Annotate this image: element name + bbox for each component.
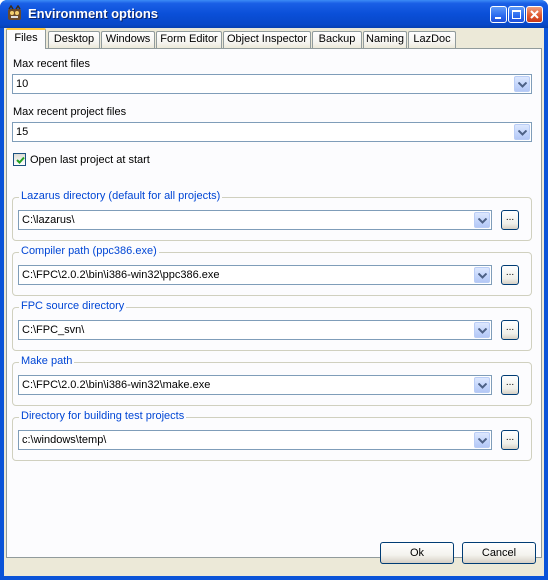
make-path-combo[interactable]: C:\FPC\2.0.2\bin\i386-win32\make.exe: [18, 375, 492, 395]
close-icon: [530, 10, 539, 19]
open-last-project-checkbox[interactable]: [13, 153, 26, 166]
close-button[interactable]: [526, 6, 543, 23]
lazarus-directory-value: C:\lazarus\: [22, 214, 75, 226]
chevron-down-icon: [478, 273, 487, 279]
minimize-icon: [495, 17, 501, 19]
compiler-path-browse-button[interactable]: ...: [501, 265, 519, 285]
fpc-source-directory-value: C:\FPC_svn\: [22, 324, 85, 336]
tab-object-inspector[interactable]: Object Inspector: [223, 31, 311, 48]
lazarus-directory-group-title: Lazarus directory (default for all proje…: [19, 190, 223, 202]
make-path-dropdown-button[interactable]: [474, 377, 490, 393]
max-recent-project-files-value: 15: [16, 126, 29, 138]
tab-desktop[interactable]: Desktop: [48, 31, 100, 48]
compiler-path-group-title: Compiler path (ppc386.exe): [19, 245, 159, 257]
make-path-group-title: Make path: [19, 355, 75, 367]
tab-files[interactable]: Files: [6, 28, 46, 49]
tab-strip: Files Desktop Windows Form Editor Object…: [4, 28, 544, 49]
tab-naming[interactable]: Naming: [363, 31, 407, 48]
fpc-source-directory-combo[interactable]: C:\FPC_svn\: [18, 320, 492, 340]
chevron-down-icon: [518, 82, 527, 88]
environment-options-window: Environment options Files Desktop Window…: [0, 0, 548, 580]
dialog-client-area: Files Desktop Windows Form Editor Object…: [4, 28, 544, 576]
make-path-browse-button[interactable]: ...: [501, 375, 519, 395]
tab-lazdoc[interactable]: LazDoc: [408, 31, 456, 48]
tab-backup[interactable]: Backup: [312, 31, 362, 48]
files-tab-page: Max recent files 10 Max recent project f…: [6, 48, 542, 558]
cancel-button[interactable]: Cancel: [462, 542, 536, 564]
minimize-button[interactable]: [490, 6, 507, 23]
chevron-down-icon: [478, 438, 487, 444]
max-recent-files-combo[interactable]: 10: [12, 74, 532, 94]
fpc-source-directory-group-title: FPC source directory: [19, 300, 127, 312]
chevron-down-icon: [478, 383, 487, 389]
window-title: Environment options: [28, 6, 158, 21]
lazarus-directory-group: Lazarus directory (default for all proje…: [12, 190, 532, 241]
fpc-source-directory-group: FPC source directory C:\FPC_svn\ ...: [12, 300, 532, 351]
compiler-path-combo[interactable]: C:\FPC\2.0.2\bin\i386-win32\ppc386.exe: [18, 265, 492, 285]
chevron-down-icon: [478, 328, 487, 334]
chevron-down-icon: [478, 218, 487, 224]
compiler-path-group: Compiler path (ppc386.exe) C:\FPC\2.0.2\…: [12, 245, 532, 296]
fpc-source-directory-browse-button[interactable]: ...: [501, 320, 519, 340]
test-build-directory-group: Directory for building test projects c:\…: [12, 410, 532, 461]
tab-windows[interactable]: Windows: [101, 31, 155, 48]
fpc-source-directory-dropdown-button[interactable]: [474, 322, 490, 338]
max-recent-project-files-combo[interactable]: 15: [12, 122, 532, 142]
test-build-directory-combo[interactable]: c:\windows\temp\: [18, 430, 492, 450]
max-recent-project-files-label: Max recent project files: [13, 106, 127, 118]
make-path-value: C:\FPC\2.0.2\bin\i386-win32\make.exe: [22, 379, 211, 391]
lazarus-directory-browse-button[interactable]: ...: [501, 210, 519, 230]
maximize-icon: [512, 10, 521, 19]
make-path-group: Make path C:\FPC\2.0.2\bin\i386-win32\ma…: [12, 355, 532, 406]
tab-form-editor[interactable]: Form Editor: [156, 31, 222, 48]
compiler-path-dropdown-button[interactable]: [474, 267, 490, 283]
test-build-directory-browse-button[interactable]: ...: [501, 430, 519, 450]
ok-button[interactable]: Ok: [380, 542, 454, 564]
max-recent-files-dropdown-button[interactable]: [514, 76, 530, 92]
compiler-path-value: C:\FPC\2.0.2\bin\i386-win32\ppc386.exe: [22, 269, 220, 281]
maximize-button[interactable]: [508, 6, 525, 23]
lazarus-directory-dropdown-button[interactable]: [474, 212, 490, 228]
test-build-directory-value: c:\windows\temp\: [22, 434, 107, 446]
open-last-project-label[interactable]: Open last project at start: [30, 154, 150, 166]
test-build-directory-dropdown-button[interactable]: [474, 432, 490, 448]
max-recent-files-value: 10: [16, 78, 29, 90]
chevron-down-icon: [518, 130, 527, 136]
max-recent-files-label: Max recent files: [13, 58, 91, 70]
lazarus-directory-combo[interactable]: C:\lazarus\: [18, 210, 492, 230]
title-bar[interactable]: Environment options: [0, 0, 548, 28]
checkmark-icon: [16, 156, 25, 164]
test-build-directory-group-title: Directory for building test projects: [19, 410, 187, 422]
lazarus-app-icon: [8, 5, 21, 20]
max-recent-project-files-dropdown-button[interactable]: [514, 124, 530, 140]
